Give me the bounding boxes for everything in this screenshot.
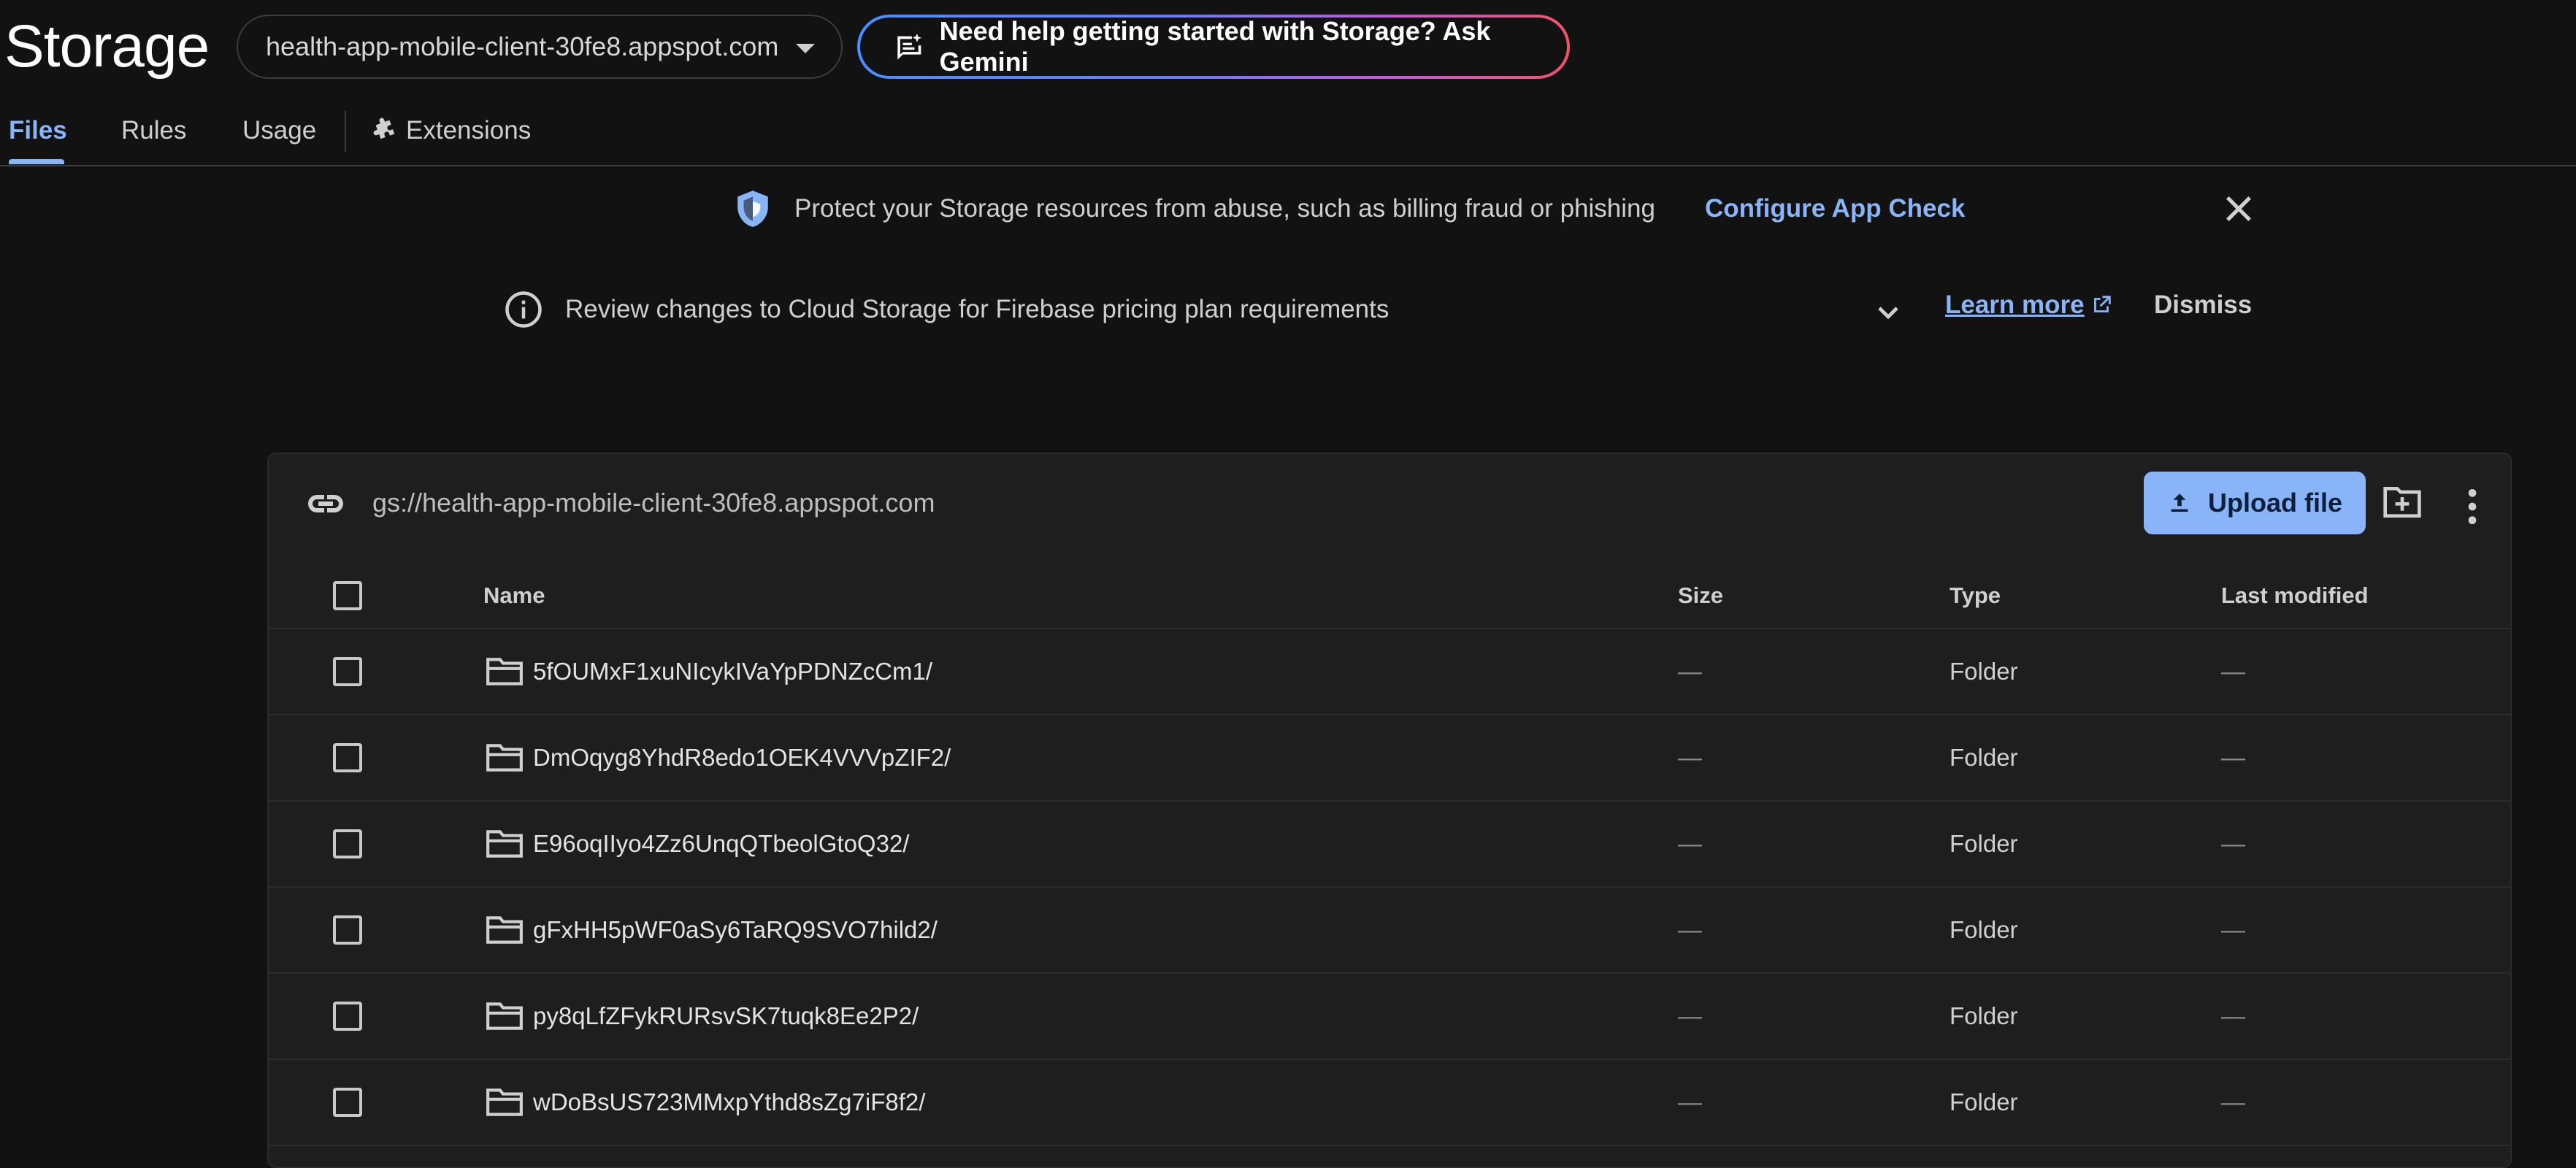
info-icon bbox=[505, 291, 542, 328]
close-icon[interactable] bbox=[2220, 190, 2258, 228]
file-type: Folder bbox=[1950, 830, 2018, 857]
select-all-checkbox[interactable] bbox=[333, 581, 362, 610]
folder-icon bbox=[486, 658, 523, 685]
learn-more-link[interactable]: Learn more bbox=[1945, 291, 2114, 320]
file-type: Folder bbox=[1950, 658, 2018, 685]
row-checkbox[interactable] bbox=[333, 743, 362, 772]
folder-icon bbox=[486, 744, 523, 772]
more-vert-icon[interactable] bbox=[2458, 486, 2487, 527]
create-folder-icon[interactable] bbox=[2382, 485, 2423, 520]
tab-separator bbox=[345, 111, 346, 152]
expand-chevron-icon[interactable] bbox=[1871, 295, 1906, 330]
row-checkbox[interactable] bbox=[333, 829, 362, 858]
shield-icon bbox=[737, 191, 768, 227]
file-name[interactable]: 5fOUMxF1xuNIcykIVaYpPDNZcCm1/ bbox=[533, 629, 932, 714]
folder-icon bbox=[486, 830, 523, 858]
link-icon bbox=[308, 495, 343, 512]
ask-gemini-label: Need help getting started with Storage? … bbox=[939, 16, 1491, 77]
table-row[interactable]: E96oqIIyo4Zz6UnqQTbeolGtoQ32/ — Folder — bbox=[267, 802, 2512, 888]
file-modified: — bbox=[2221, 1002, 2245, 1029]
file-modified: — bbox=[2221, 830, 2245, 857]
folder-icon bbox=[486, 916, 523, 944]
file-type: Folder bbox=[1950, 1088, 2018, 1115]
file-modified: — bbox=[2221, 1088, 2245, 1115]
bucket-name: health-app-mobile-client-30fe8.appspot.c… bbox=[266, 31, 779, 61]
table-row[interactable]: 5fOUMxF1xuNIcykIVaYpPDNZcCm1/ — Folder — bbox=[267, 629, 2512, 715]
file-type: Folder bbox=[1950, 1002, 2018, 1029]
table-row[interactable]: DmOqyg8YhdR8edo1OEK4VVVpZIF2/ — Folder — bbox=[267, 715, 2512, 802]
ask-gemini-button[interactable]: Need help getting started with Storage? … bbox=[857, 15, 1570, 79]
bucket-selector[interactable]: health-app-mobile-client-30fe8.appspot.c… bbox=[237, 15, 843, 79]
gemini-sparkle-chat-icon bbox=[897, 34, 922, 60]
folder-icon bbox=[486, 1002, 523, 1030]
file-modified: — bbox=[2221, 916, 2245, 943]
table-row[interactable]: py8qLfZFykRURsvSK7tuqk8Ee2P2/ — Folder — bbox=[267, 974, 2512, 1060]
file-modified: — bbox=[2221, 744, 2245, 771]
column-type[interactable]: Type bbox=[1950, 562, 2001, 629]
row-checkbox[interactable] bbox=[333, 1002, 362, 1031]
tabs-divider bbox=[0, 165, 2576, 166]
upload-file-label: Upload file bbox=[2207, 488, 2342, 518]
file-type: Folder bbox=[1950, 744, 2018, 771]
upload-icon bbox=[2171, 493, 2188, 512]
file-name[interactable]: gFxHH5pWF0aSy6TaRQ9SVO7hild2/ bbox=[533, 888, 938, 972]
column-size[interactable]: Size bbox=[1678, 562, 1723, 629]
tab-usage[interactable]: Usage bbox=[242, 102, 316, 159]
file-size: — bbox=[1678, 1088, 1702, 1115]
extensions-puzzle-icon bbox=[373, 118, 395, 139]
table-row[interactable]: gFxHH5pWF0aSy6TaRQ9SVO7hild2/ — Folder — bbox=[267, 888, 2512, 974]
external-link-icon bbox=[2093, 296, 2111, 312]
column-last-modified[interactable]: Last modified bbox=[2221, 562, 2369, 629]
page-title: Storage bbox=[4, 13, 210, 80]
learn-more-label: Learn more bbox=[1945, 291, 2085, 319]
table-header: Name Size Type Last modified bbox=[267, 562, 2512, 629]
row-checkbox[interactable] bbox=[333, 915, 362, 945]
file-name[interactable]: py8qLfZFykRURsvSK7tuqk8Ee2P2/ bbox=[533, 974, 919, 1058]
table-row[interactable]: wDoBsUS723MMxpYthd8sZg7iF8f2/ — Folder — bbox=[267, 1060, 2512, 1146]
active-tab-indicator bbox=[9, 159, 64, 164]
file-size: — bbox=[1678, 1002, 1702, 1029]
file-size: — bbox=[1678, 744, 1702, 771]
tab-extensions[interactable]: Extensions bbox=[371, 102, 531, 159]
file-modified: — bbox=[2221, 658, 2245, 685]
file-type: Folder bbox=[1950, 916, 2018, 943]
tab-extensions-label: Extensions bbox=[406, 116, 532, 145]
tab-files[interactable]: Files bbox=[9, 102, 67, 159]
column-name[interactable]: Name bbox=[483, 562, 545, 629]
file-name[interactable]: E96oqIIyo4Zz6UnqQTbeolGtoQ32/ bbox=[533, 802, 909, 886]
configure-app-check-link[interactable]: Configure App Check bbox=[1705, 194, 1966, 223]
file-size: — bbox=[1678, 916, 1702, 943]
row-checkbox[interactable] bbox=[333, 1088, 362, 1117]
upload-file-button[interactable]: Upload file bbox=[2144, 472, 2366, 534]
row-checkbox[interactable] bbox=[333, 657, 362, 686]
pricing-text: Review changes to Cloud Storage for Fire… bbox=[565, 295, 1389, 323]
folder-icon bbox=[486, 1088, 523, 1116]
file-name[interactable]: DmOqyg8YhdR8edo1OEK4VVVpZIF2/ bbox=[533, 715, 951, 800]
chevron-down-icon bbox=[796, 44, 815, 53]
file-size: — bbox=[1678, 658, 1702, 685]
appcheck-banner: Protect your Storage resources from abus… bbox=[735, 185, 1965, 232]
dismiss-button[interactable]: Dismiss bbox=[2154, 291, 2252, 320]
file-name[interactable]: wDoBsUS723MMxpYthd8sZg7iF8f2/ bbox=[533, 1060, 925, 1145]
pricing-banner: Review changes to Cloud Storage for Fire… bbox=[504, 286, 1389, 333]
tab-rules[interactable]: Rules bbox=[121, 102, 186, 159]
bucket-path[interactable]: gs://health-app-mobile-client-30fe8.apps… bbox=[372, 488, 935, 518]
appcheck-text: Protect your Storage resources from abus… bbox=[794, 194, 1655, 223]
file-size: — bbox=[1678, 830, 1702, 857]
